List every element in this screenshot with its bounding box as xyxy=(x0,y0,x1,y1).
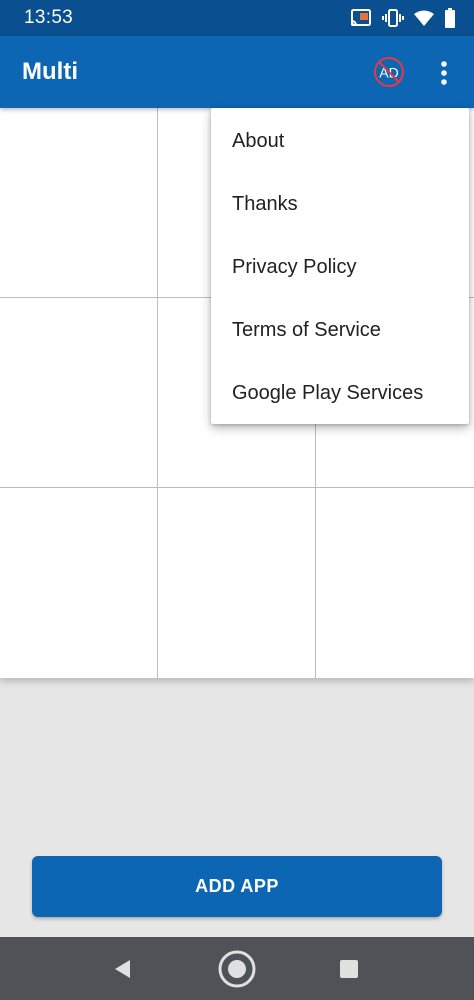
more-vert-icon xyxy=(441,61,447,85)
app-bar: Multi AD xyxy=(0,36,474,108)
status-time: 13:53 xyxy=(24,7,74,28)
system-nav-bar xyxy=(0,937,474,1000)
status-bar: 13:53 xyxy=(0,0,474,36)
menu-item-terms-of-service[interactable]: Terms of Service xyxy=(211,299,469,362)
add-app-button[interactable]: ADD APP xyxy=(32,856,442,917)
menu-item-privacy-policy[interactable]: Privacy Policy xyxy=(211,236,469,299)
overflow-menu-button[interactable] xyxy=(432,56,456,90)
home-button[interactable] xyxy=(213,937,261,1000)
grid-slot[interactable] xyxy=(0,488,158,678)
vibrate-icon xyxy=(382,9,404,27)
grid-slot[interactable] xyxy=(0,298,158,488)
overflow-menu: About Thanks Privacy Policy Terms of Ser… xyxy=(211,108,469,424)
app-title: Multi xyxy=(22,58,78,85)
cast-icon xyxy=(350,9,372,27)
menu-item-thanks[interactable]: Thanks xyxy=(211,173,469,236)
recents-icon xyxy=(340,959,358,978)
grid-slot[interactable] xyxy=(0,108,158,298)
menu-item-google-play-services[interactable]: Google Play Services xyxy=(211,362,469,425)
wifi-icon xyxy=(414,10,434,26)
home-icon xyxy=(218,950,256,987)
menu-item-about[interactable]: About xyxy=(211,110,469,173)
status-icons xyxy=(350,8,456,28)
battery-icon xyxy=(444,8,456,28)
remove-ads-button[interactable]: AD xyxy=(372,55,406,89)
grid-slot[interactable] xyxy=(158,488,316,678)
no-ads-icon: AD xyxy=(374,57,404,87)
back-icon xyxy=(115,959,130,978)
back-button[interactable] xyxy=(103,937,143,1000)
recents-button[interactable] xyxy=(329,937,369,1000)
grid-slot[interactable] xyxy=(316,488,474,678)
